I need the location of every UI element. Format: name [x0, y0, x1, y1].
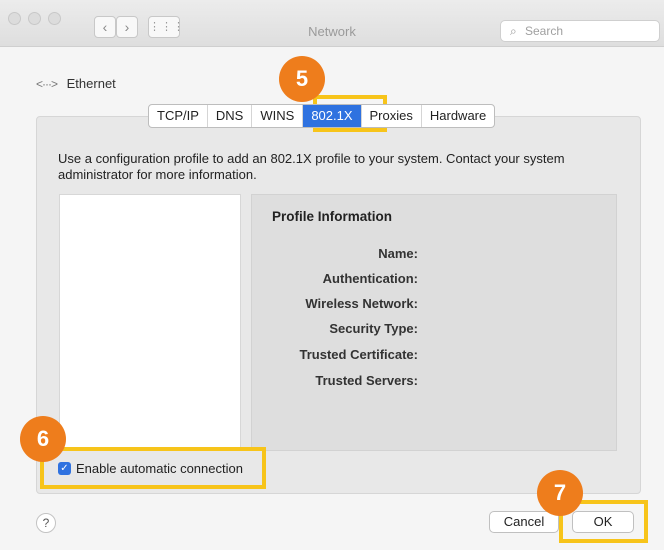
- field-wireless-network-label: Wireless Network:: [305, 296, 418, 311]
- tab-wins[interactable]: WINS: [251, 105, 302, 127]
- profile-info-heading: Profile Information: [272, 209, 393, 224]
- profile-list[interactable]: [59, 194, 241, 451]
- description-text: Use a configuration profile to add an 80…: [58, 151, 565, 182]
- search-icon: ⌕: [510, 24, 517, 38]
- profile-info-panel: Profile Information Name: Authentication…: [251, 194, 617, 451]
- ethernet-icon: <···>: [36, 77, 58, 91]
- field-trusted-certificate-label: Trusted Certificate:: [299, 347, 418, 362]
- cancel-button[interactable]: Cancel: [489, 511, 559, 533]
- step-6-badge: 6: [20, 416, 66, 462]
- field-trusted-servers-label: Trusted Servers:: [315, 373, 418, 388]
- field-authentication-label: Authentication:: [322, 271, 418, 286]
- search-field[interactable]: ⌕ Search: [500, 20, 660, 42]
- step-5-badge: 5: [279, 56, 325, 102]
- tab-bar: TCP/IP DNS WINS 802.1X Proxies Hardware: [148, 104, 496, 128]
- tab-hardware[interactable]: Hardware: [420, 105, 494, 127]
- tab-proxies[interactable]: Proxies: [360, 105, 421, 127]
- field-name-label: Name:: [378, 246, 418, 261]
- search-placeholder: Search: [525, 24, 564, 38]
- tab-tcpip[interactable]: TCP/IP: [149, 105, 207, 127]
- step-7-badge: 7: [537, 470, 583, 516]
- field-security-type-label: Security Type:: [329, 321, 418, 336]
- highlight-auto-connect: [40, 447, 266, 489]
- title-bar: ‹ › ⋮⋮⋮ Network ⌕ Search: [0, 0, 664, 47]
- tab-8021x[interactable]: 802.1X: [302, 105, 361, 127]
- breadcrumb: <···> Ethernet: [36, 76, 116, 91]
- tab-dns[interactable]: DNS: [206, 105, 251, 127]
- help-button[interactable]: ?: [36, 513, 56, 533]
- breadcrumb-label: Ethernet: [66, 76, 116, 91]
